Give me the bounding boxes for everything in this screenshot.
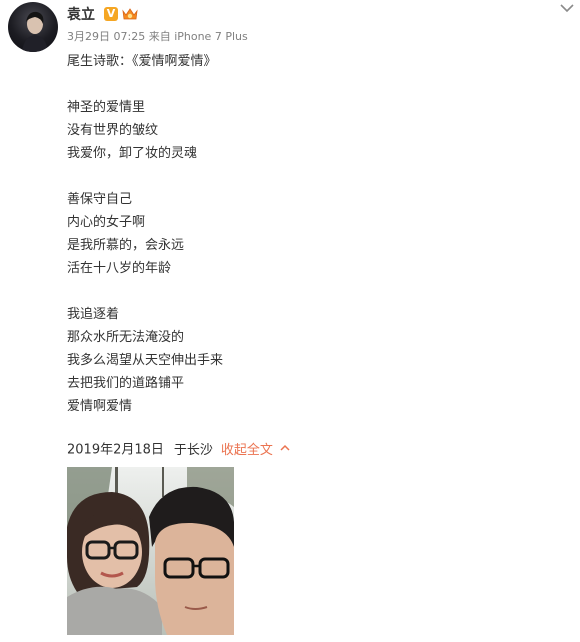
post-text-line: 爱情啊爱情 (67, 399, 133, 414)
chevron-down-icon[interactable] (558, 0, 576, 14)
post-text-line: 我追逐着 (67, 307, 120, 322)
post-text-line: 我多么渴望从天空伸出手来 (67, 353, 224, 368)
post-location: 于长沙 (173, 442, 213, 458)
collapse-text-link[interactable]: 收起全文 (221, 443, 273, 458)
avatar[interactable] (8, 2, 58, 52)
post-text-line: 没有世界的皱纹 (67, 123, 159, 138)
verified-badge-icon: V (104, 7, 118, 21)
post-meta: 3月29日 07:25 来自 iPhone 7 Plus (67, 30, 248, 44)
post-text-line: 是我所慕的，会永远 (67, 238, 185, 253)
post-timestamp[interactable]: 3月29日 07:25 (67, 30, 145, 43)
post-date: 2019年2月18日 (67, 442, 164, 458)
post-title-line: 尾生诗歌：《爱情啊爱情》 (67, 54, 217, 69)
post-content: 尾生诗歌：《爱情啊爱情》 神圣的爱情里 没有世界的皱纹我爱你，卸了妆的灵魂 善保守自己… (67, 50, 547, 418)
username[interactable]: 袁立 (67, 6, 95, 24)
post-text-line: 那众水所无法淹没的 (67, 330, 185, 345)
post-source: 来自 iPhone 7 Plus (148, 30, 248, 43)
post-text-line: 活在十八岁的年龄 (67, 261, 172, 276)
post-text-line: 内心的女子啊 (67, 215, 146, 230)
post-text-line: 我爱你，卸了妆的灵魂 (67, 146, 198, 161)
post-text-line: 善保守自己 (67, 192, 133, 207)
post-text-line: 神圣的爱情里 (67, 100, 146, 115)
post-footer: 2019年2月18日 于长沙 收起全文 (67, 441, 291, 460)
chevron-up-icon[interactable] (279, 441, 291, 459)
crown-level-icon[interactable] (121, 6, 139, 22)
post-photo[interactable] (67, 467, 234, 635)
post-text-line: 去把我们的道路铺平 (67, 376, 185, 391)
